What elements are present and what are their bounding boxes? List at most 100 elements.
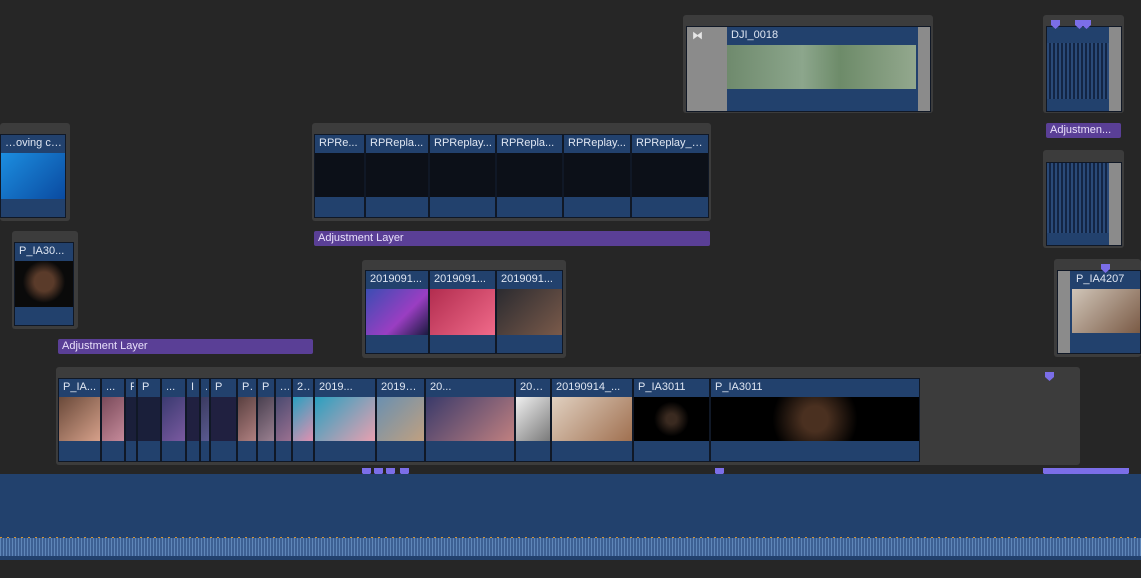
clip-label: RPRe...	[319, 137, 358, 149]
storyline-clip[interactable]: ...	[161, 378, 186, 462]
storyline-clip[interactable]: ...	[101, 378, 125, 462]
clip-label: P_IA3011	[638, 381, 686, 393]
clip-label: P_IA4207	[1076, 273, 1125, 285]
storyline-clip[interactable]: P	[125, 378, 137, 462]
clip-thumbnail	[497, 153, 562, 197]
clip-rpreplay-4[interactable]: RPRepla...	[496, 134, 563, 218]
clip-label: 20190914_18...	[381, 381, 422, 393]
adjustment-layer-lower[interactable]: Adjustment Layer	[58, 339, 313, 354]
clip-thumbnail	[15, 261, 73, 307]
clip-stripes	[1047, 43, 1109, 99]
clip-thumbnail	[377, 397, 424, 441]
clip-thumbnail	[187, 397, 199, 441]
storyline-clip[interactable]: 20190914_1...	[515, 378, 551, 462]
trim-handle-right[interactable]	[918, 27, 930, 111]
storyline-clip[interactable]: 201909...	[292, 378, 314, 462]
clip-thumbnail	[366, 289, 428, 335]
clip-label: ...	[280, 381, 289, 393]
storyline-clip[interactable]: I	[186, 378, 200, 462]
storyline-clip[interactable]: P_IA3011	[633, 378, 710, 462]
clip-label: RPReplay...	[434, 137, 492, 149]
clip-dji[interactable]: ⧓ DJI_0018	[686, 26, 931, 112]
clip-right-top[interactable]	[1046, 26, 1122, 112]
clip-label: P_IA30...	[19, 245, 65, 257]
clip-thumbnail	[102, 397, 124, 441]
clip-thumbnail	[366, 153, 428, 197]
clip-label: 2019091...	[434, 273, 486, 285]
storyline-clip[interactable]: P_	[237, 378, 257, 462]
clip-thumbnail	[552, 397, 632, 441]
clip-2019-3[interactable]: 2019091...	[496, 270, 563, 354]
clip-label: P	[215, 381, 223, 393]
clip-label: RPReplay_F...	[636, 137, 706, 149]
clip-rpreplay-5[interactable]: RPReplay...	[563, 134, 631, 218]
clip-label: P_IA3011	[715, 381, 763, 393]
clip-label: 20...	[430, 381, 452, 393]
clip-p-ia30[interactable]: P_IA30...	[14, 242, 74, 326]
storyline-clip[interactable]: ...	[275, 378, 292, 462]
trim-handle-left[interactable]	[1058, 271, 1070, 353]
clip-thumbnail	[564, 153, 630, 197]
clip-rpreplay-1[interactable]: RPRe...	[314, 134, 365, 218]
clip-thumbnail	[315, 153, 364, 197]
transition-icon[interactable]: ⧓	[692, 29, 703, 42]
clip-thumbnail	[497, 289, 562, 335]
clip-thumbnail	[162, 397, 185, 441]
clip-label: DJI_0018	[731, 29, 779, 41]
trim-handle-right[interactable]	[1109, 27, 1121, 111]
clip-2019-1[interactable]: 2019091...	[365, 270, 429, 354]
clip-thumbnail	[59, 397, 100, 441]
storyline-clip[interactable]: P	[210, 378, 237, 462]
storyline-clip[interactable]: 2019...	[314, 378, 376, 462]
clip-thumbnail	[516, 397, 550, 441]
audio-track[interactable]	[0, 474, 1141, 560]
clip-thumbnail	[293, 397, 313, 441]
clip-stripes	[1047, 163, 1109, 233]
storyline-clip[interactable]: P	[137, 378, 161, 462]
clip-thumbnail	[201, 397, 209, 441]
clip-thumbnail	[276, 397, 291, 441]
clip-label: 201909...	[297, 381, 311, 393]
clip-label: …oving cr...	[5, 137, 63, 149]
clip-thumbnail	[238, 397, 256, 441]
clip-thumbnail	[711, 397, 919, 441]
storyline-clip[interactable]: 20190914_...	[551, 378, 633, 462]
clip-2019-2[interactable]: 2019091...	[429, 270, 496, 354]
clip-rpreplay-3[interactable]: RPReplay...	[429, 134, 496, 218]
clip-label: 20190914_...	[556, 381, 621, 393]
clip-thumbnail	[126, 397, 136, 441]
storyline-clip[interactable]: P	[257, 378, 275, 462]
clip-thumbnail	[634, 397, 709, 441]
clip-thumbnail	[426, 397, 514, 441]
clip-label: 20190914_1...	[520, 381, 548, 393]
adjustment-layer-right[interactable]: Adjustmen...	[1046, 123, 1121, 138]
adjustment-layer-upper[interactable]: Adjustment Layer	[314, 231, 710, 246]
clip-label: 2019091...	[501, 273, 553, 285]
clip-label: 2019...	[319, 381, 353, 393]
clip-thumbnail	[315, 397, 375, 441]
clip-label: ...	[205, 381, 207, 393]
clip-label: P_	[242, 381, 254, 393]
clip-label: P	[130, 381, 134, 393]
clip-label: RPReplay...	[568, 137, 626, 149]
clip-rpreplay-2[interactable]: RPRepla...	[365, 134, 429, 218]
audio-waveform	[0, 538, 1141, 556]
clip-right-mid[interactable]	[1046, 162, 1122, 246]
clip-thumbnail	[632, 153, 708, 197]
storyline-clip[interactable]: P_IA3011	[710, 378, 920, 462]
storyline-clip[interactable]: P_IA...	[58, 378, 101, 462]
clip-label: ...	[106, 381, 116, 393]
clip-thumbnail	[258, 397, 274, 441]
clip-p-ia4207[interactable]: P_IA4207	[1057, 270, 1141, 354]
trim-handle-right[interactable]	[1109, 163, 1121, 245]
clip-thumbnail	[211, 397, 236, 441]
clip-label: I	[191, 381, 195, 393]
clip-label: P	[262, 381, 270, 393]
clip-top-left[interactable]: …oving cr...	[0, 134, 66, 218]
clip-label: ...	[166, 381, 176, 393]
clip-thumbnail	[430, 153, 495, 197]
storyline-clip[interactable]: ...	[200, 378, 210, 462]
storyline-clip[interactable]: 20190914_18...	[376, 378, 425, 462]
storyline-clip[interactable]: 20...	[425, 378, 515, 462]
clip-rpreplay-6[interactable]: RPReplay_F...	[631, 134, 709, 218]
